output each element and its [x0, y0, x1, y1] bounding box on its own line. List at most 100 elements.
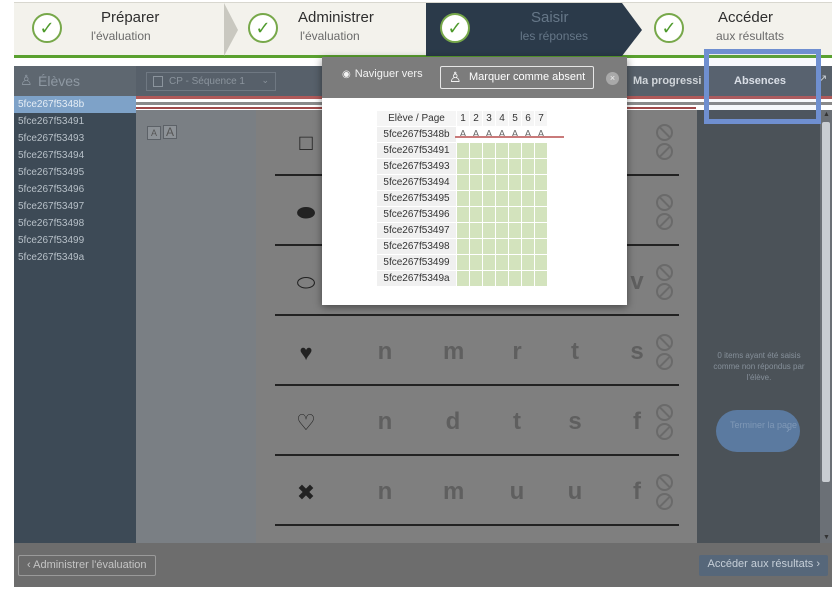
answer-letter[interactable]: v [627, 268, 647, 296]
no-answer-icon[interactable] [656, 474, 673, 491]
answer-letter[interactable]: d [443, 408, 463, 436]
page-cell[interactable] [482, 190, 496, 207]
no-answer-icon[interactable] [656, 124, 673, 141]
page-cell[interactable] [495, 190, 509, 207]
page-cell[interactable] [495, 158, 509, 175]
page-cell[interactable] [521, 174, 535, 191]
next-step-button[interactable]: Accéder aux résultats › [699, 555, 828, 576]
page-cell[interactable] [456, 206, 470, 223]
answer-letter[interactable]: n [375, 408, 395, 436]
student-item[interactable]: 5fce267f53493 [14, 130, 136, 147]
not-assessed-icon[interactable] [656, 213, 673, 230]
page-cell[interactable] [482, 254, 496, 271]
answer-letter[interactable]: m [443, 338, 464, 366]
answer-letter[interactable]: r [507, 338, 527, 366]
page-cell[interactable] [534, 190, 548, 207]
absent-cell[interactable]: A [508, 126, 522, 143]
absent-cell[interactable]: A [482, 126, 496, 143]
page-cell[interactable] [508, 174, 522, 191]
not-assessed-icon[interactable] [656, 493, 673, 510]
page-cell[interactable] [534, 238, 548, 255]
page-cell[interactable] [456, 270, 470, 287]
page-cell[interactable] [456, 254, 470, 271]
page-cell[interactable] [456, 158, 470, 175]
page-cell[interactable] [456, 142, 470, 159]
page-cell[interactable] [469, 254, 483, 271]
page-cell[interactable] [508, 270, 522, 287]
page-cell[interactable] [495, 142, 509, 159]
answer-letter[interactable]: t [565, 338, 585, 366]
grid-student-name[interactable]: 5fce267f53498 [376, 238, 457, 255]
close-icon[interactable]: × [606, 72, 619, 85]
step-administer[interactable]: ✓ Administrer l'évaluation [236, 3, 426, 56]
page-cell[interactable] [469, 206, 483, 223]
grid-student-name[interactable]: 5fce267f53497 [376, 222, 457, 239]
no-answer-icon[interactable] [656, 334, 673, 351]
no-answer-icon[interactable] [656, 264, 673, 281]
answer-letter[interactable]: s [565, 408, 585, 436]
page-cell[interactable] [521, 254, 535, 271]
student-item[interactable]: 5fce267f53494 [14, 147, 136, 164]
grid-student-name[interactable]: 5fce267f5349a [376, 270, 457, 287]
page-cell[interactable] [495, 206, 509, 223]
step-prepare[interactable]: ✓ Préparer l'évaluation [14, 3, 224, 56]
page-cell[interactable] [521, 206, 535, 223]
page-cell[interactable] [482, 158, 496, 175]
page-number[interactable]: 5 [508, 110, 522, 127]
no-answer-icon[interactable] [656, 404, 673, 421]
scroll-up-icon[interactable]: ▲ [823, 111, 830, 118]
not-assessed-icon[interactable] [656, 143, 673, 160]
page-cell[interactable] [495, 254, 509, 271]
no-answer-icon[interactable] [656, 194, 673, 211]
navigate-button[interactable]: ◉ Naviguer vers [342, 68, 423, 80]
page-cell[interactable] [508, 190, 522, 207]
page-cell[interactable] [469, 222, 483, 239]
page-cell[interactable] [508, 238, 522, 255]
page-cell[interactable] [482, 238, 496, 255]
student-item[interactable]: 5fce267f53491 [14, 113, 136, 130]
page-cell[interactable] [534, 270, 548, 287]
sequence-select[interactable]: CP - Séquence 1 ⌄ [146, 72, 276, 91]
answer-letter[interactable]: t [507, 408, 527, 436]
zoom-out-button[interactable]: A [147, 126, 161, 140]
page-cell[interactable] [456, 222, 470, 239]
page-cell[interactable] [534, 142, 548, 159]
student-item[interactable]: 5fce267f53498 [14, 215, 136, 232]
answer-letter[interactable]: f [627, 478, 647, 506]
page-cell[interactable] [469, 142, 483, 159]
absent-cell[interactable]: A [456, 126, 470, 143]
page-cell[interactable] [495, 174, 509, 191]
answer-letter[interactable]: m [443, 478, 464, 506]
page-cell[interactable] [469, 158, 483, 175]
page-cell[interactable] [521, 270, 535, 287]
page-cell[interactable] [534, 158, 548, 175]
student-item[interactable]: 5fce267f53499 [14, 232, 136, 249]
page-cell[interactable] [456, 238, 470, 255]
page-cell[interactable] [495, 270, 509, 287]
page-cell[interactable] [534, 222, 548, 239]
answer-letter[interactable]: f [627, 408, 647, 436]
absent-cell[interactable]: A [534, 126, 548, 143]
page-cell[interactable] [456, 174, 470, 191]
page-number[interactable]: 4 [495, 110, 509, 127]
page-cell[interactable] [508, 206, 522, 223]
page-cell[interactable] [482, 270, 496, 287]
answer-letter[interactable]: u [507, 478, 527, 506]
page-number[interactable]: 2 [469, 110, 483, 127]
not-assessed-icon[interactable] [656, 283, 673, 300]
student-item[interactable]: 5fce267f53496 [14, 181, 136, 198]
student-item[interactable]: 5fce267f53497 [14, 198, 136, 215]
page-cell[interactable] [521, 238, 535, 255]
scrollbar-thumb[interactable] [822, 122, 830, 482]
scroll-down-icon[interactable]: ▼ [823, 534, 830, 541]
page-cell[interactable] [469, 190, 483, 207]
scrollbar[interactable]: ▲ ▼ [820, 110, 832, 543]
page-cell[interactable] [521, 158, 535, 175]
grid-student-name[interactable]: 5fce267f5348b [376, 126, 457, 143]
grid-student-name[interactable]: 5fce267f53491 [376, 142, 457, 159]
student-item[interactable]: 5fce267f5349a [14, 249, 136, 266]
page-cell[interactable] [482, 206, 496, 223]
page-cell[interactable] [482, 222, 496, 239]
page-number[interactable]: 6 [521, 110, 535, 127]
tab-progress[interactable]: Ma progressi [633, 75, 701, 87]
